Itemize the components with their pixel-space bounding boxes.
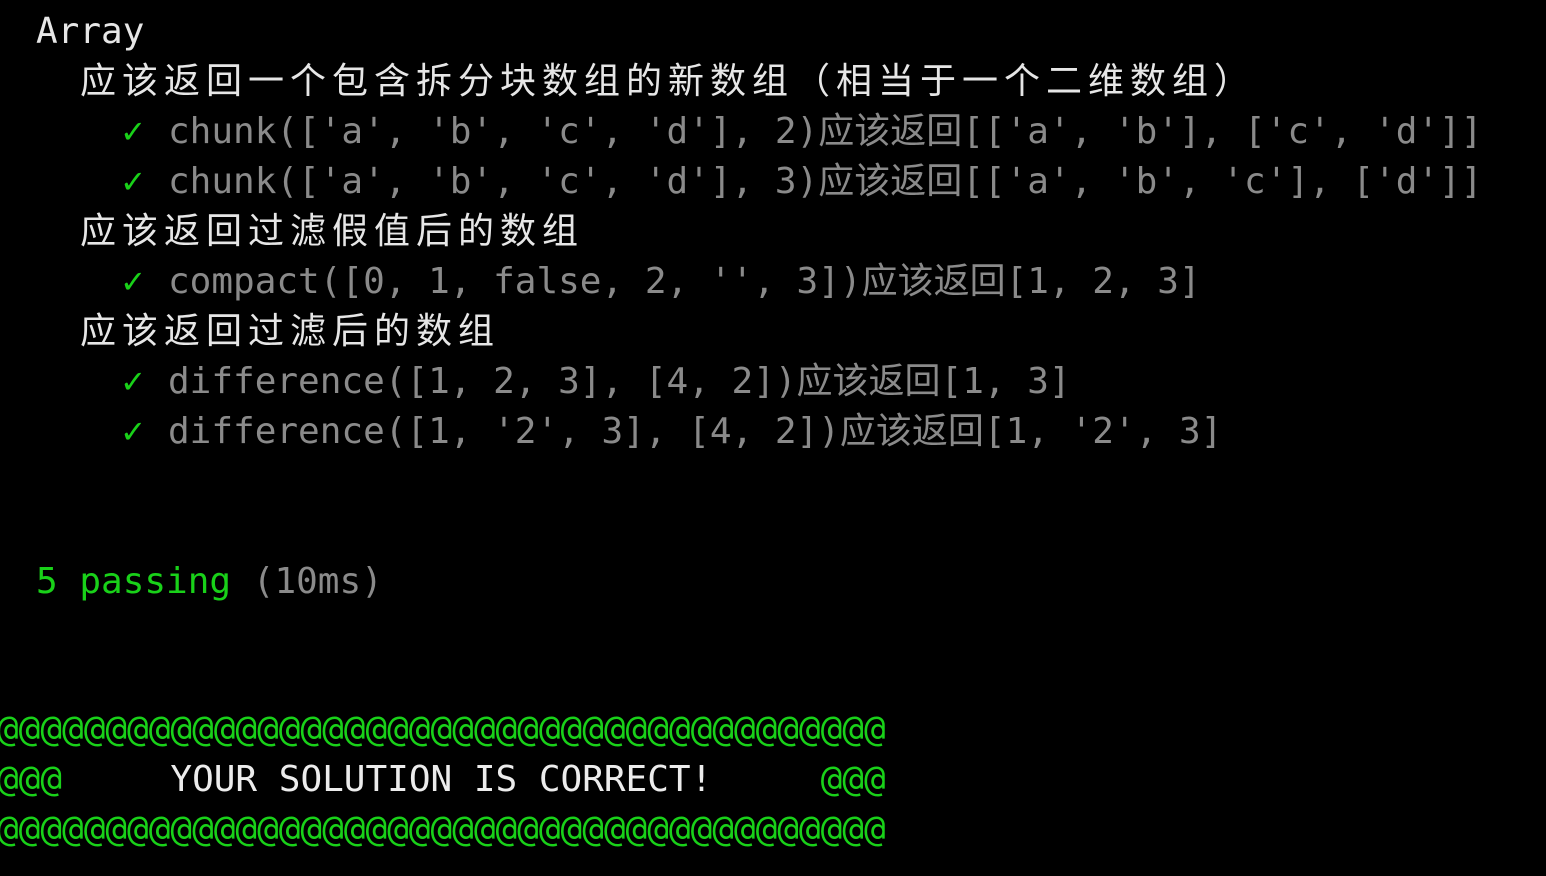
- banner-message: YOUR SOLUTION IS CORRECT!: [62, 759, 821, 800]
- banner-left-border: @@@: [0, 759, 63, 800]
- check-icon: ✓: [122, 361, 144, 402]
- test-text: difference([1, 2, 3], [4, 2])应该返回[1, 3]: [168, 361, 1071, 402]
- test-summary: 5 passing (10ms): [36, 557, 383, 607]
- suite-title: Array: [36, 11, 145, 52]
- test-line: ✓ compact([0, 1, false, 2, '', 3])应该返回[1,…: [122, 257, 1201, 307]
- test-line: ✓ difference([1, 2, 3], [4, 2])应该返回[1, 3]: [122, 357, 1071, 407]
- test-text: difference([1, '2', 3], [4, 2])应该返回[1, '…: [168, 411, 1223, 452]
- check-icon: ✓: [122, 111, 144, 152]
- group-title-difference: 应该返回过滤后的数组: [80, 311, 501, 352]
- success-banner: @@@ YOUR SOLUTION IS CORRECT! @@@: [0, 755, 886, 805]
- group-title-compact: 应该返回过滤假值后的数组: [80, 211, 585, 252]
- test-line: ✓ chunk(['a', 'b', 'c', 'd'], 3)应该返回[['a'…: [122, 157, 1482, 207]
- banner-top-border: @@@@@@@@@@@@@@@@@@@@@@@@@@@@@@@@@@@@@@@@…: [0, 709, 886, 750]
- test-line: ✓ chunk(['a', 'b', 'c', 'd'], 2)应该返回[['a'…: [122, 107, 1482, 157]
- passing-count: 5 passing: [36, 561, 232, 602]
- test-line: ✓ difference([1, '2', 3], [4, 2])应该返回[1, …: [122, 407, 1222, 457]
- duration: (10ms): [252, 561, 383, 602]
- check-icon: ✓: [122, 261, 144, 302]
- test-text: chunk(['a', 'b', 'c', 'd'], 3)应该返回[['a',…: [168, 161, 1483, 202]
- group-title-chunk: 应该返回一个包含拆分块数组的新数组（相当于一个二维数组）: [80, 61, 1257, 102]
- check-icon: ✓: [122, 411, 144, 452]
- check-icon: ✓: [122, 161, 144, 202]
- banner-bottom-border: @@@@@@@@@@@@@@@@@@@@@@@@@@@@@@@@@@@@@@@@…: [0, 809, 886, 850]
- banner-right-border: @@@: [820, 759, 886, 800]
- test-text: chunk(['a', 'b', 'c', 'd'], 2)应该返回[['a',…: [168, 111, 1483, 152]
- test-text: compact([0, 1, false, 2, '', 3])应该返回[1, …: [168, 261, 1201, 302]
